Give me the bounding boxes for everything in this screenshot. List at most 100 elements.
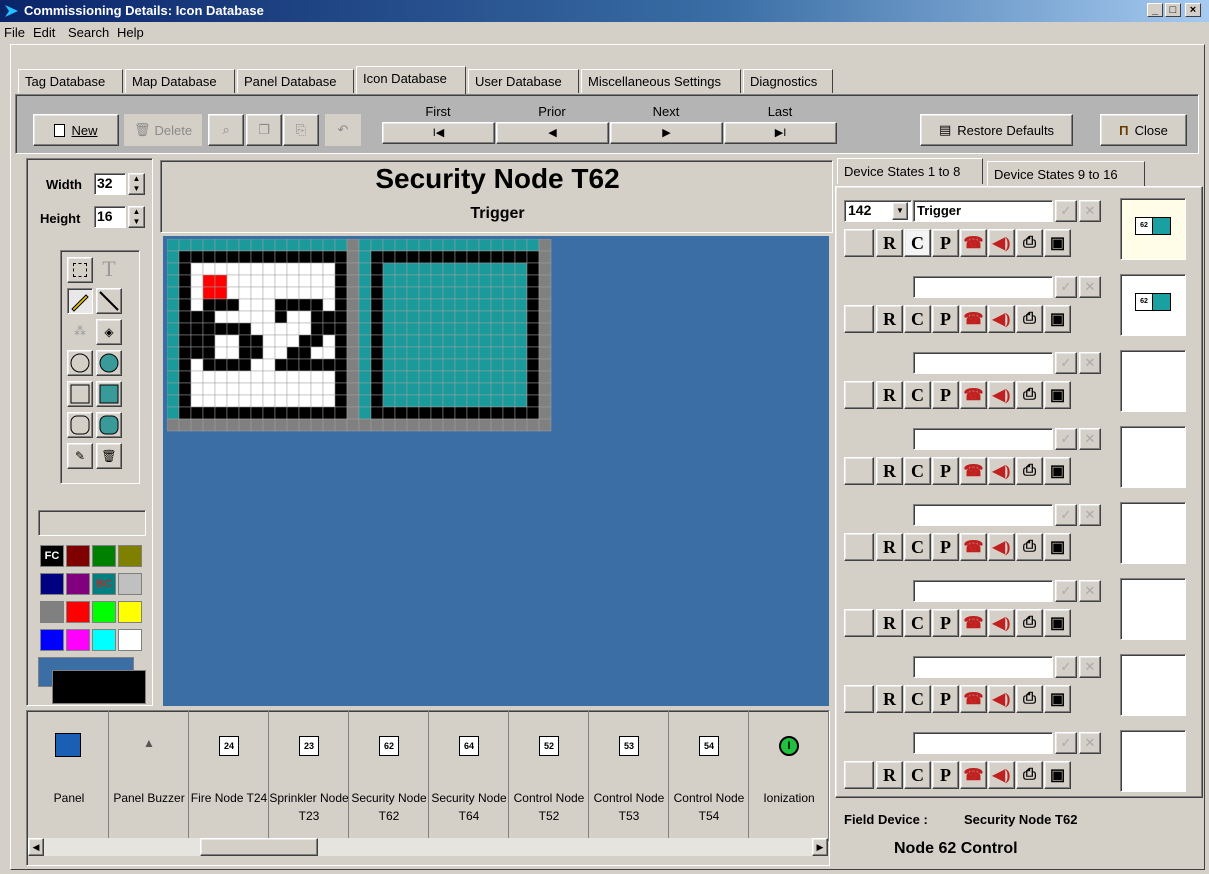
pixel-cell[interactable] xyxy=(502,286,516,300)
pixel-cell[interactable] xyxy=(286,322,300,336)
pixel-cell[interactable] xyxy=(250,406,264,420)
pixel-cell[interactable] xyxy=(286,358,300,372)
pixel-cell[interactable] xyxy=(370,358,384,372)
pixel-cell[interactable] xyxy=(178,310,192,324)
clear-tool-icon[interactable]: 🗑 xyxy=(96,443,122,469)
ellipse-tool-icon[interactable] xyxy=(67,350,93,376)
pixel-cell[interactable] xyxy=(310,346,324,360)
state-text-input[interactable] xyxy=(913,732,1053,754)
pixel-cell[interactable] xyxy=(346,334,360,348)
pixel-cell[interactable] xyxy=(286,370,300,384)
cancel-x-icon[interactable]: ✕ xyxy=(1079,580,1101,602)
pixel-cell[interactable] xyxy=(430,322,444,336)
pixel-cell[interactable] xyxy=(286,250,300,264)
pixel-cell[interactable] xyxy=(526,274,540,288)
pixel-cell[interactable] xyxy=(226,346,240,360)
state-p-button[interactable]: P xyxy=(932,609,959,637)
pixel-cell[interactable] xyxy=(250,274,264,288)
state-r-button[interactable]: R xyxy=(876,457,903,485)
pixel-cell[interactable] xyxy=(502,310,516,324)
pixel-cell[interactable] xyxy=(167,310,180,324)
pixel-cell[interactable] xyxy=(490,394,504,408)
pixel-cell[interactable] xyxy=(298,298,312,312)
filled-rectangle-tool-icon[interactable] xyxy=(96,381,122,407)
icon-list-item[interactable]: 53 Control Node T53 xyxy=(589,711,669,841)
state-c-button[interactable]: C xyxy=(904,229,931,257)
pixel-cell[interactable] xyxy=(454,418,468,432)
pixel-cell[interactable] xyxy=(526,334,540,348)
pixel-cell[interactable] xyxy=(334,322,348,336)
pixel-cell[interactable] xyxy=(394,262,408,276)
pixel-cell[interactable] xyxy=(178,322,192,336)
pixel-cell[interactable] xyxy=(298,370,312,384)
pixel-cell[interactable] xyxy=(286,298,300,312)
pixel-cell[interactable] xyxy=(274,370,288,384)
pixel-cell[interactable] xyxy=(322,334,336,348)
pixel-cell[interactable] xyxy=(502,394,516,408)
pixel-cell[interactable] xyxy=(262,250,276,264)
pixel-cell[interactable] xyxy=(382,406,396,420)
palette-swatch[interactable] xyxy=(66,573,90,595)
pixel-cell[interactable] xyxy=(298,322,312,336)
pixel-cell[interactable] xyxy=(454,262,468,276)
pixel-cell[interactable] xyxy=(406,394,420,408)
pixel-cell[interactable] xyxy=(238,346,252,360)
pixel-cell[interactable] xyxy=(286,418,300,432)
pixel-cell[interactable] xyxy=(370,298,384,312)
pixel-cell[interactable] xyxy=(226,286,240,300)
pixel-cell[interactable] xyxy=(190,406,204,420)
pixel-cell[interactable] xyxy=(167,382,180,396)
pixel-cell[interactable] xyxy=(442,382,456,396)
pixel-cell[interactable] xyxy=(334,298,348,312)
cancel-x-icon[interactable]: ✕ xyxy=(1079,352,1101,374)
palette-swatch[interactable] xyxy=(92,629,116,651)
pixel-cell[interactable] xyxy=(358,334,372,348)
alarm-icon[interactable]: ☎ xyxy=(960,533,987,561)
pixel-cell[interactable] xyxy=(274,358,288,372)
pixel-cell[interactable] xyxy=(346,406,360,420)
pixel-cell[interactable] xyxy=(406,298,420,312)
printer-icon[interactable]: ⎙ xyxy=(1016,609,1043,637)
pixel-cell[interactable] xyxy=(514,358,528,372)
pixel-cell[interactable] xyxy=(298,406,312,420)
pixel-cell[interactable] xyxy=(262,418,276,432)
state-text-input[interactable] xyxy=(913,656,1053,678)
save-disk-icon[interactable]: ▣ xyxy=(1044,305,1071,333)
pixel-cell[interactable] xyxy=(394,346,408,360)
printer-icon[interactable]: ⎙ xyxy=(1016,685,1043,713)
pixel-cell[interactable] xyxy=(167,239,180,252)
pixel-cell[interactable] xyxy=(514,298,528,312)
alarm-icon[interactable]: ☎ xyxy=(960,761,987,789)
pixel-cell[interactable] xyxy=(202,346,216,360)
pixel-cell[interactable] xyxy=(418,239,432,252)
pixel-cell[interactable] xyxy=(430,310,444,324)
pixel-cell[interactable] xyxy=(322,262,336,276)
speaker-icon[interactable]: ◀) xyxy=(988,305,1015,333)
pixel-cell[interactable] xyxy=(190,250,204,264)
pixel-cell[interactable] xyxy=(202,262,216,276)
pixel-cell[interactable] xyxy=(346,250,360,264)
pixel-cell[interactable] xyxy=(167,262,180,276)
pixel-cell[interactable] xyxy=(406,418,420,432)
speaker-icon[interactable]: ◀) xyxy=(988,533,1015,561)
pixel-cell[interactable] xyxy=(310,310,324,324)
pixel-cell[interactable] xyxy=(214,298,228,312)
pixel-cell[interactable] xyxy=(466,322,480,336)
pixel-cell[interactable] xyxy=(370,262,384,276)
pixel-cell[interactable] xyxy=(322,406,336,420)
pixel-cell[interactable] xyxy=(202,370,216,384)
pixel-cell[interactable] xyxy=(346,262,360,276)
pixel-cell[interactable] xyxy=(526,310,540,324)
pixel-cell[interactable] xyxy=(238,250,252,264)
pixel-cell[interactable] xyxy=(346,346,360,360)
width-spinner[interactable]: ▲ ▼ xyxy=(128,173,145,195)
pixel-cell[interactable] xyxy=(478,239,492,252)
pixel-cell[interactable] xyxy=(538,358,552,372)
state-r-button[interactable]: R xyxy=(876,381,903,409)
rounded-rect-tool-icon[interactable] xyxy=(67,412,93,438)
palette-swatch[interactable]: FC xyxy=(40,545,64,567)
pixel-cell[interactable] xyxy=(442,262,456,276)
pixel-cell[interactable] xyxy=(250,346,264,360)
pixel-cell[interactable] xyxy=(202,250,216,264)
pixel-editor-grid[interactable] xyxy=(167,239,561,437)
